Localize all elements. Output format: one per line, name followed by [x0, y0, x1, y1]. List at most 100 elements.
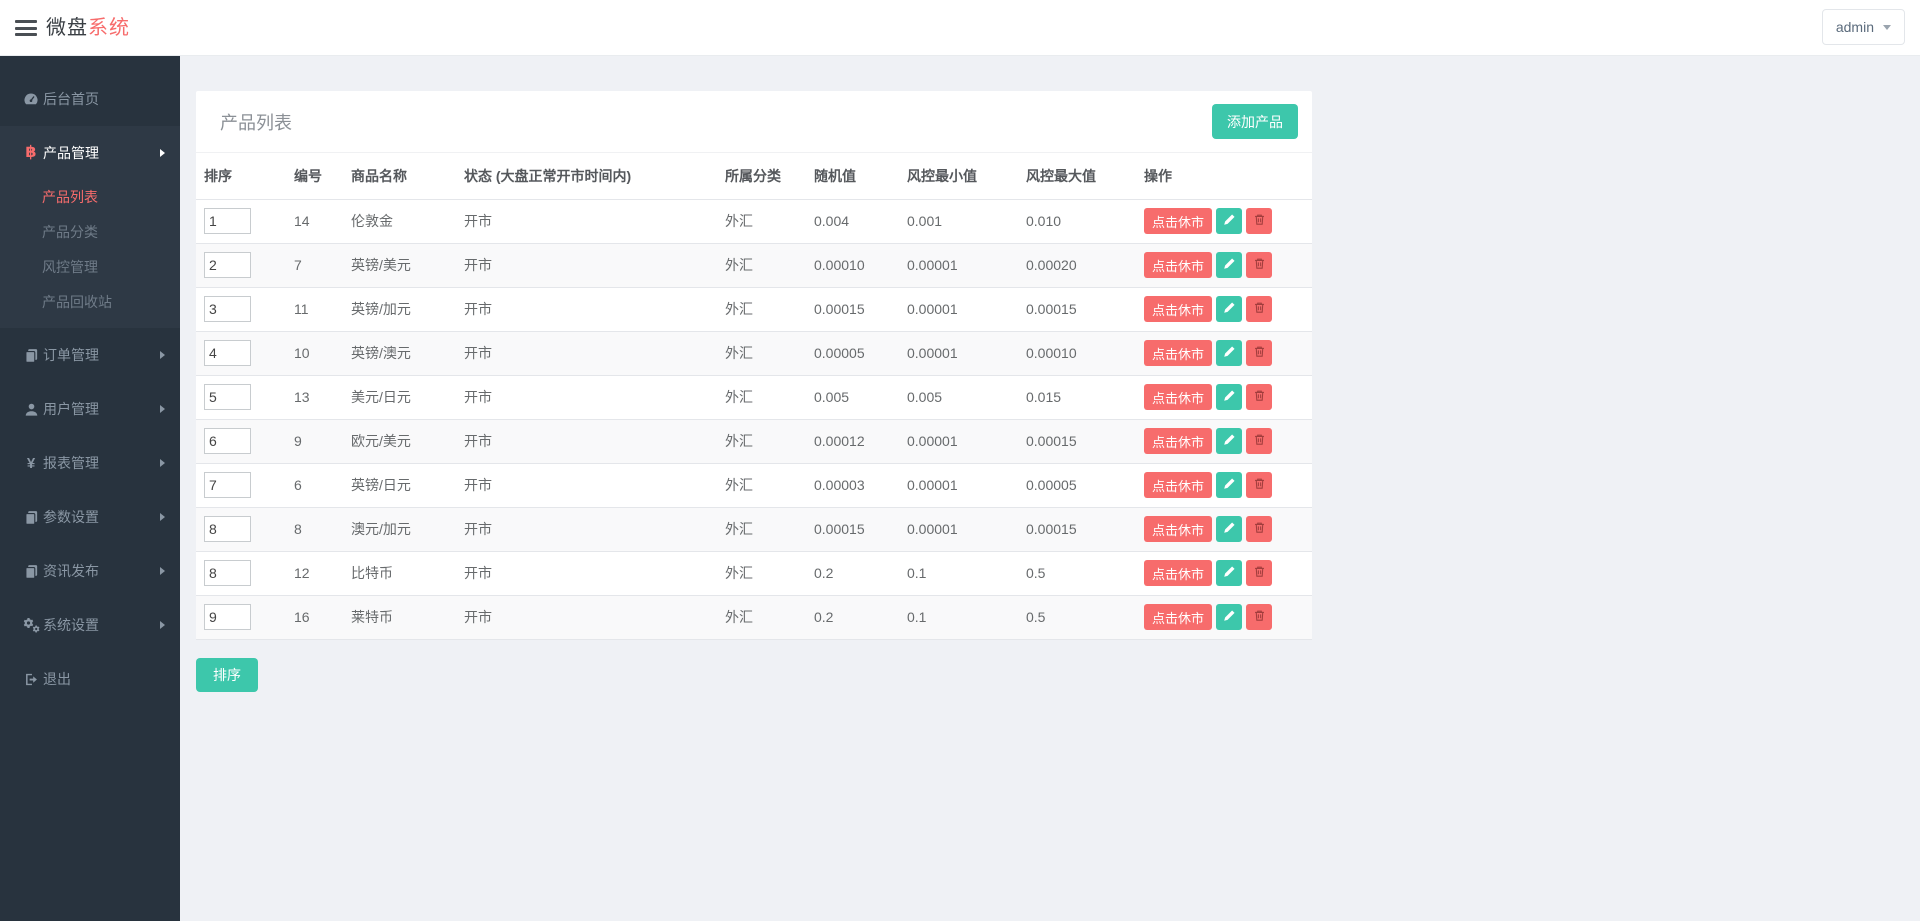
close-market-button[interactable]: 点击休市: [1144, 516, 1213, 542]
sidebar-submenu-products: 产品列表 产品分类 风控管理 产品回收站: [0, 180, 180, 328]
sidebar-item-user-management[interactable]: 用户管理: [0, 382, 180, 436]
delete-button[interactable]: [1246, 428, 1273, 454]
sidebar-item-order-management[interactable]: 订单管理: [0, 328, 180, 382]
sort-order-input[interactable]: [204, 604, 251, 630]
edit-button[interactable]: [1216, 604, 1243, 630]
cell-status: 开市: [456, 199, 717, 244]
table-row: 12 比特币 开市 外汇 0.2 0.1 0.5 点击休市: [196, 551, 1312, 596]
sidebar-item-product-management[interactable]: ฿ 产品管理: [0, 126, 180, 180]
cell-random-value: 0.00003: [806, 463, 899, 508]
edit-button[interactable]: [1216, 560, 1243, 586]
cell-risk-min: 0.00001: [899, 419, 1018, 464]
delete-button[interactable]: [1246, 604, 1273, 630]
close-market-button[interactable]: 点击休市: [1144, 252, 1213, 278]
cell-category: 外汇: [717, 595, 806, 640]
cell-product-name: 英镑/日元: [343, 463, 456, 508]
row-actions: 点击休市: [1144, 296, 1304, 322]
cell-product-name: 澳元/加元: [343, 507, 456, 552]
sort-submit-button[interactable]: 排序: [196, 657, 258, 692]
sort-order-input[interactable]: [204, 208, 251, 234]
sidebar-item-report-management[interactable]: ¥ 报表管理: [0, 436, 180, 490]
trash-icon: [1253, 477, 1266, 493]
pencil-icon: [1223, 477, 1236, 493]
column-header-risk-min: 风控最小值: [899, 153, 1018, 200]
delete-button[interactable]: [1246, 384, 1273, 410]
copy-icon: [22, 510, 40, 525]
cell-category: 外汇: [717, 243, 806, 288]
pencil-icon: [1223, 301, 1236, 317]
trash-icon: [1253, 257, 1266, 273]
add-product-button[interactable]: 添加产品: [1212, 104, 1298, 139]
sort-order-input[interactable]: [204, 428, 251, 454]
close-market-button[interactable]: 点击休市: [1144, 472, 1213, 498]
sidebar-item-parameter-settings[interactable]: 参数设置: [0, 490, 180, 544]
cell-id: 10: [286, 331, 343, 376]
column-header-name: 商品名称: [343, 153, 456, 200]
edit-button[interactable]: [1216, 208, 1243, 234]
sort-order-input[interactable]: [204, 252, 251, 278]
trash-icon: [1253, 301, 1266, 317]
table-row: 14 伦敦金 开市 外汇 0.004 0.001 0.010 点击休市: [196, 199, 1312, 244]
chevron-right-icon: [160, 405, 165, 413]
sidebar-subitem-product-recycle[interactable]: 产品回收站: [0, 285, 180, 320]
row-actions: 点击休市: [1144, 340, 1304, 366]
delete-button[interactable]: [1246, 208, 1273, 234]
sort-order-input[interactable]: [204, 516, 251, 542]
cell-random-value: 0.005: [806, 375, 899, 420]
close-market-button[interactable]: 点击休市: [1144, 208, 1213, 234]
app-header: 微盘系统 admin: [0, 0, 1920, 56]
close-market-button[interactable]: 点击休市: [1144, 384, 1213, 410]
sidebar-item-news-publish[interactable]: 资讯发布: [0, 544, 180, 598]
edit-button[interactable]: [1216, 296, 1243, 322]
cell-risk-min: 0.00001: [899, 287, 1018, 332]
delete-button[interactable]: [1246, 340, 1273, 366]
cell-status: 开市: [456, 375, 717, 420]
close-market-button[interactable]: 点击休市: [1144, 296, 1213, 322]
close-market-button[interactable]: 点击休市: [1144, 428, 1213, 454]
edit-button[interactable]: [1216, 384, 1243, 410]
sort-order-input[interactable]: [204, 340, 251, 366]
delete-button[interactable]: [1246, 252, 1273, 278]
pencil-icon: [1223, 389, 1236, 405]
sort-order-input[interactable]: [204, 560, 251, 586]
table-row: 8 澳元/加元 开市 外汇 0.00015 0.00001 0.00015 点击…: [196, 507, 1312, 552]
cell-risk-min: 0.00001: [899, 463, 1018, 508]
sort-order-input[interactable]: [204, 472, 251, 498]
user-menu-dropdown[interactable]: admin: [1821, 9, 1905, 45]
cell-id: 16: [286, 595, 343, 640]
sort-order-input[interactable]: [204, 384, 251, 410]
sidebar-subitem-risk-management[interactable]: 风控管理: [0, 250, 180, 285]
edit-button[interactable]: [1216, 340, 1243, 366]
cell-product-name: 莱特币: [343, 595, 456, 640]
edit-button[interactable]: [1216, 472, 1243, 498]
sidebar-item-label: 用户管理: [43, 401, 99, 417]
delete-button[interactable]: [1246, 472, 1273, 498]
dashboard-icon: [22, 91, 40, 107]
cell-risk-max: 0.5: [1018, 595, 1136, 640]
cell-risk-max: 0.00015: [1018, 507, 1136, 552]
edit-button[interactable]: [1216, 252, 1243, 278]
sidebar-item-system-settings[interactable]: 系统设置: [0, 598, 180, 652]
sidebar-subitem-product-category[interactable]: 产品分类: [0, 215, 180, 250]
cell-status: 开市: [456, 331, 717, 376]
sidebar-item-dashboard[interactable]: 后台首页: [0, 72, 180, 126]
sidebar-item-label: 订单管理: [43, 347, 99, 363]
close-market-button[interactable]: 点击休市: [1144, 560, 1213, 586]
delete-button[interactable]: [1246, 516, 1273, 542]
delete-button[interactable]: [1246, 560, 1273, 586]
sort-order-input[interactable]: [204, 296, 251, 322]
panel-heading: 产品列表 添加产品: [196, 91, 1312, 153]
edit-button[interactable]: [1216, 428, 1243, 454]
chevron-right-icon: [160, 513, 165, 521]
trash-icon: [1253, 433, 1266, 449]
close-market-button[interactable]: 点击休市: [1144, 604, 1213, 630]
sidebar-item-logout[interactable]: 退出: [0, 652, 180, 706]
edit-button[interactable]: [1216, 516, 1243, 542]
sidebar-subitem-product-list[interactable]: 产品列表: [0, 180, 180, 215]
copy-icon: [22, 348, 40, 363]
sidebar-toggle-icon[interactable]: [15, 20, 37, 36]
product-list-panel: 产品列表 添加产品 排序 编号 商品名称 状态 (大盘正常开市时间内) 所属分类…: [196, 91, 1312, 640]
delete-button[interactable]: [1246, 296, 1273, 322]
close-market-button[interactable]: 点击休市: [1144, 340, 1213, 366]
pencil-icon: [1223, 609, 1236, 625]
